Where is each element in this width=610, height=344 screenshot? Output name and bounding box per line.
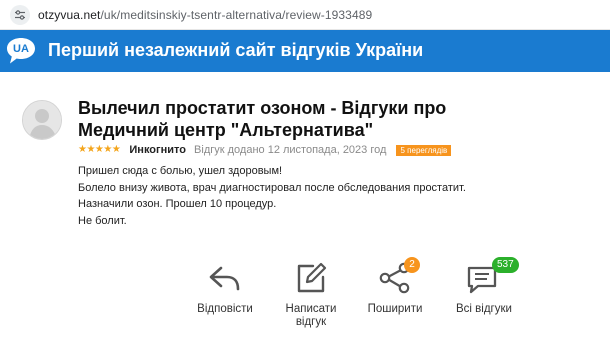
share-button[interactable]: 2 Поширити (360, 257, 430, 316)
reviews-count-badge: 537 (492, 257, 519, 273)
review-line: Назначили озон. Прошел 10 процедур. (78, 198, 277, 210)
url-text[interactable]: otzyvua.net/uk/meditsinskiy-tsentr-alter… (38, 8, 372, 22)
all-reviews-label: Всі відгуки (456, 303, 512, 315)
address-bar[interactable]: otzyvua.net/uk/meditsinskiy-tsentr-alter… (0, 0, 610, 30)
review-title: Вылечил простатит озоном - Відгуки про М… (78, 98, 447, 140)
author-name[interactable]: Инкогнито (129, 143, 186, 157)
review-body: Пришел сюда с болью, ушел здоровым! Боле… (78, 163, 466, 229)
site-header: UA Перший незалежний сайт відгуків Украї… (0, 30, 610, 72)
site-settings-icon[interactable] (10, 5, 30, 25)
share-icon: 2 (377, 257, 420, 296)
edit-icon (293, 260, 329, 296)
all-reviews-button[interactable]: 537 Всі відгуки (447, 257, 521, 316)
reply-button[interactable]: Відповісти (190, 260, 260, 316)
share-label: Поширити (367, 303, 423, 315)
logo-text: UA (13, 43, 29, 55)
review-line: Пришел сюда с болью, ушел здоровым! (78, 165, 283, 177)
site-tagline[interactable]: Перший незалежний сайт відгуків України (48, 40, 423, 61)
comments-icon: 537 (466, 257, 519, 296)
review-date: Відгук додано 12 листопада, 2023 год (194, 144, 387, 157)
review-meta: ★★★★★ Инкогнито Відгук додано 12 листопа… (78, 143, 452, 157)
site-logo[interactable]: UA (6, 37, 36, 65)
views-badge: 5 переглядів (396, 144, 452, 156)
write-review-label: Написати відгук (278, 303, 344, 329)
write-review-button[interactable]: Написати відгук (278, 260, 344, 329)
write-review-label-line1: Написати (285, 303, 337, 315)
share-count-badge: 2 (404, 257, 420, 273)
rating-stars: ★★★★★ (78, 144, 121, 156)
write-review-label-line2: відгук (295, 316, 327, 328)
url-host: otzyvua.net (38, 8, 101, 22)
review-line: Болело внизу живота, врач диагностировал… (78, 181, 466, 194)
avatar (22, 100, 62, 140)
reply-label: Відповісти (197, 303, 253, 315)
review-line: Не болит. (78, 214, 127, 227)
url-path: /uk/meditsinskiy-tsentr-alternativa/revi… (100, 8, 373, 22)
reply-icon (207, 260, 243, 296)
